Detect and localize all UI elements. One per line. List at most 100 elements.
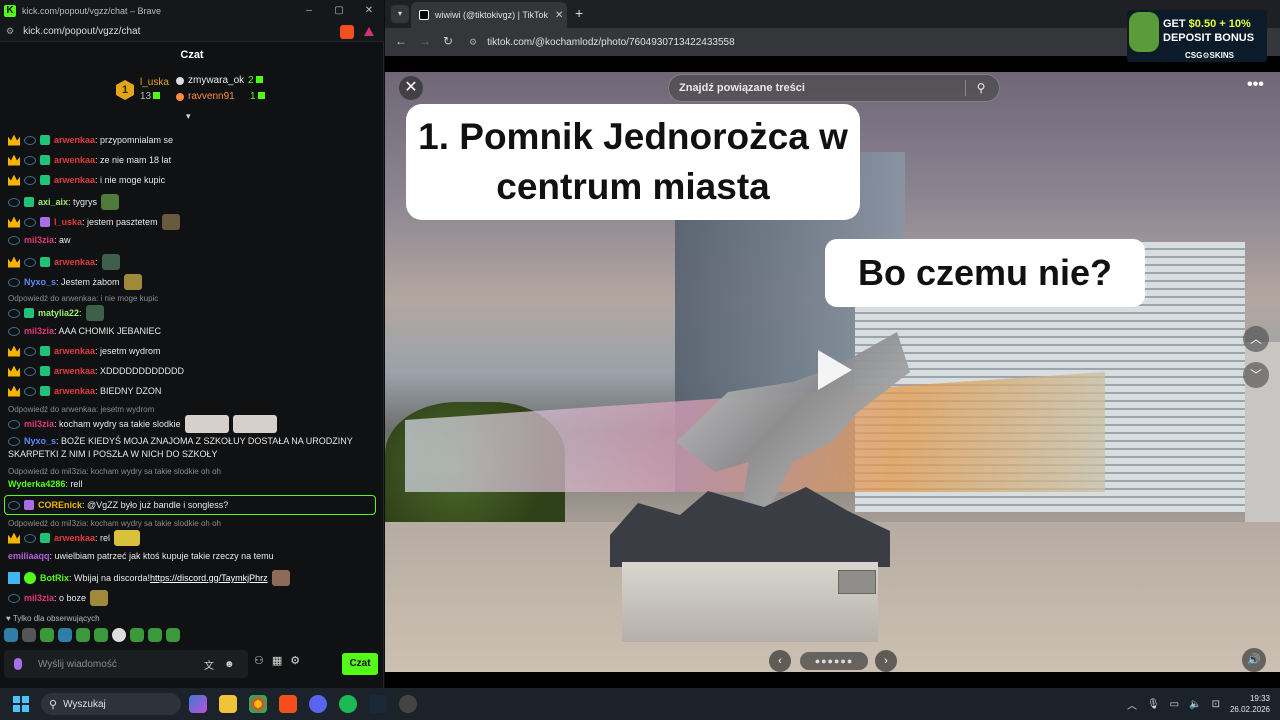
sunglasses-emote-icon [114,530,141,546]
username[interactable]: Nyxo_s [24,435,56,447]
previous-video-chevron-icon[interactable]: ︿ [1243,326,1269,352]
username[interactable]: Nyxo_s [24,276,56,288]
emote-icon[interactable] [58,628,72,642]
search-input[interactable]: Znajdź powiązane treści [679,82,965,94]
emoji-icon[interactable]: ☻ [224,659,238,670]
sub-badge-icon [40,346,50,356]
username[interactable]: arwenkaa [54,345,95,357]
username[interactable]: Wyderka4286 [8,478,65,490]
taskbar-search[interactable]: ⚲ Wyszukaj [41,693,181,715]
csgoskins-ad-banner[interactable]: GET $0.50 + 10% DEPOSIT BONUS CSG⚙SKINS [1127,10,1267,62]
app-icon[interactable] [399,695,417,713]
file-explorer-icon[interactable] [219,695,237,713]
microphone-icon[interactable] [14,658,22,670]
emote-icon[interactable] [148,628,162,642]
copilot-icon[interactable] [189,695,207,713]
network-icon[interactable]: ⊡ [1212,699,1220,710]
gifter-name[interactable]: l_uska [140,77,169,88]
volume-icon[interactable]: 🔈 [1189,699,1201,710]
emote-icon[interactable] [112,628,126,642]
tab-tiktok[interactable]: wiwiwi (@tiktokivgz) | TikTok ✕ [411,2,567,28]
username[interactable]: mil3zia [24,418,54,430]
tray-overflow-chevron-icon[interactable]: ︿ [1127,697,1137,712]
username[interactable]: arwenkaa [54,385,95,397]
reply-context[interactable]: Odpowiedź do arwenkaa: jesetm wydrom [8,405,154,414]
username[interactable]: arwenkaa [54,256,95,268]
reply-context[interactable]: Odpowiedź do mil3zia: kocham wydry sa ta… [8,467,221,476]
close-button[interactable]: ✕ [354,0,384,22]
username[interactable]: arwenkaa [54,174,95,186]
send-chat-button[interactable]: Czat [342,653,378,675]
carousel-prev-icon[interactable]: ‹ [769,650,791,672]
username[interactable]: axi_aix [38,196,68,208]
carousel-next-icon[interactable]: › [875,650,897,672]
username[interactable]: arwenkaa [54,134,95,146]
related-search-bar[interactable]: Znajdź powiązane treści ⚲ [668,74,1000,102]
url-text[interactable]: tiktok.com/@kochamlodz/photo/76049307134… [487,37,735,48]
emote-icon[interactable] [94,628,108,642]
caption-title: 1. Pomnik Jednorożca w centrum miasta [418,116,848,207]
site-info-icon[interactable]: ⚙ [469,37,477,48]
windows-start-icon[interactable] [13,696,29,712]
username[interactable]: l_uska [54,216,82,228]
settings-gear-icon[interactable]: ⚙ [290,654,300,667]
reply-context[interactable]: Odpowiedź do mil3zia: kocham wydry sa ta… [8,519,221,528]
brave-icon[interactable] [279,695,297,713]
username[interactable]: BotRix [40,572,69,584]
close-tab-icon[interactable]: ✕ [555,10,563,21]
chat-input-box[interactable]: Wyślij wiadomość 文 ☻ [4,650,248,678]
microphone-icon[interactable]: 🎙 [1147,699,1160,710]
back-arrow-icon[interactable]: ← [395,34,407,48]
site-settings-icon[interactable]: ⚙ [6,26,14,37]
brave-shields-icon[interactable] [340,25,354,39]
translate-icon[interactable]: 文 [204,657,218,672]
username[interactable]: arwenkaa [54,154,95,166]
emote-icon[interactable] [130,628,144,642]
new-tab-plus-icon[interactable]: + [575,5,583,21]
username[interactable]: COREnick [38,499,82,511]
username[interactable]: arwenkaa [54,365,95,377]
reload-icon[interactable]: ↻ [443,34,453,48]
emote-icon[interactable] [166,628,180,642]
discord-link[interactable]: https://discord.gg/TaymkjPhrz [150,572,268,584]
play-icon[interactable] [818,350,852,390]
spotify-icon[interactable] [339,695,357,713]
username[interactable]: matylia22 [38,307,79,319]
more-options-icon[interactable]: ••• [1247,76,1264,94]
username[interactable]: mil3zia [24,234,54,246]
gifter-name[interactable]: zmywara_ok [188,75,244,86]
forward-arrow-icon[interactable]: → [419,34,431,48]
emote-icon[interactable] [40,628,54,642]
url-text[interactable]: kick.com/popout/vgzz/chat [23,26,140,37]
search-icon[interactable]: ⚲ [966,81,996,95]
reply-context[interactable]: Odpowiedź do arwenkaa: i nie moge kupic [8,294,158,303]
steam-icon[interactable] [369,695,387,713]
store-icon[interactable]: ▦ [272,654,282,667]
volume-icon[interactable]: 🔊 [1242,648,1266,672]
quick-emote-bar[interactable] [4,628,384,644]
gifter-name[interactable]: ravvenn91 [188,91,235,102]
message-input[interactable]: Wyślij wiadomość [38,659,198,670]
discord-icon[interactable] [309,695,327,713]
username[interactable]: mil3zia [24,325,54,337]
address-bar[interactable]: ⚙ kick.com/popout/vgzz/chat [0,22,384,42]
url-field[interactable]: ⚙ tiktok.com/@kochamlodz/photo/760493071… [469,32,1119,52]
username[interactable]: emiliaaqq [8,550,50,562]
clock[interactable]: 19:33 26.02.2026 [1230,693,1270,715]
chrome-icon[interactable] [249,695,267,713]
next-video-chevron-icon[interactable]: ﹀ [1243,362,1269,388]
brave-rewards-icon[interactable] [364,27,374,36]
username[interactable]: arwenkaa [54,532,95,544]
emote-icon[interactable] [76,628,90,642]
carousel-dots[interactable]: ●●●●●● [800,652,868,670]
minimize-button[interactable]: – [294,0,324,22]
emote-icon[interactable] [4,628,18,642]
emote-icon[interactable] [22,628,36,642]
username[interactable]: mil3zia [24,592,54,604]
community-icon[interactable]: ⚇ [254,654,264,667]
maximize-button[interactable]: ▢ [324,0,354,22]
display-icon[interactable]: ▭ [1170,699,1179,710]
close-viewer-icon[interactable]: ✕ [399,76,423,100]
tab-search-chevron-icon[interactable]: ▾ [391,5,409,23]
frog-emote-icon [123,274,142,290]
